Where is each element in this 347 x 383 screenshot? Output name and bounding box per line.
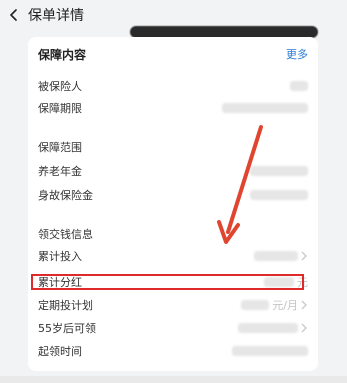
bottom-divider bbox=[0, 376, 347, 383]
row-label: 定期投计划 bbox=[38, 299, 93, 312]
coverage-section-header: 保障内容 更多 bbox=[38, 45, 308, 63]
row-value bbox=[238, 323, 308, 333]
row-value-blurred bbox=[222, 103, 308, 113]
row-value-blurred bbox=[232, 346, 308, 356]
row-label: 起领时间 bbox=[38, 345, 82, 358]
more-link[interactable]: 更多 bbox=[286, 46, 308, 62]
page-title: 保单详情 bbox=[28, 8, 84, 24]
row-value: 元/月 bbox=[241, 297, 308, 313]
highlight-box bbox=[31, 274, 304, 290]
row-value bbox=[254, 251, 308, 261]
amount-unit: 元/月 bbox=[272, 299, 298, 312]
row-label: 保障范围 bbox=[38, 141, 82, 154]
back-button[interactable] bbox=[0, 0, 28, 30]
row-coverage-scope: 保障范围 bbox=[38, 138, 308, 156]
chevron-right-icon bbox=[301, 323, 307, 333]
chevron-right-icon bbox=[301, 300, 307, 310]
row-regular-investment-plan[interactable]: 定期投计划 元/月 bbox=[38, 296, 308, 314]
row-pay-collect-info: 领交钱信息 bbox=[38, 225, 308, 243]
row-start-collect-time: 起领时间 bbox=[38, 342, 308, 360]
row-label: 累计投入 bbox=[38, 250, 82, 263]
row-value-blurred bbox=[250, 190, 308, 200]
row-cumulative-investment[interactable]: 累计投入 bbox=[38, 247, 308, 265]
row-label: 领交钱信息 bbox=[38, 228, 93, 241]
row-value-blurred bbox=[290, 81, 308, 91]
row-coverage-period: 保障期限 bbox=[38, 99, 308, 117]
row-label: 养老年金 bbox=[38, 165, 82, 178]
row-collect-after-55[interactable]: 55岁后可领 bbox=[38, 319, 308, 337]
row-label: 保障期限 bbox=[38, 102, 82, 115]
row-insured: 被保险人 bbox=[38, 77, 308, 95]
policy-details-page: 保单详情 保障内容 更多 被保险人 保障期限 保障范围 养老年金 身故保险金 领… bbox=[0, 0, 347, 383]
row-label: 被保险人 bbox=[38, 80, 82, 93]
chevron-right-icon bbox=[301, 251, 307, 261]
row-pension: 养老年金 bbox=[38, 162, 308, 180]
coverage-card: 保障内容 更多 被保险人 保障期限 保障范围 养老年金 身故保险金 领交钱信息 … bbox=[28, 37, 318, 371]
row-value-blurred bbox=[250, 166, 308, 176]
row-death-benefit: 身故保险金 bbox=[38, 186, 308, 204]
section-title: 保障内容 bbox=[38, 47, 87, 62]
row-label: 55岁后可领 bbox=[38, 322, 96, 335]
chevron-left-icon bbox=[10, 9, 17, 21]
row-label: 身故保险金 bbox=[38, 189, 93, 202]
